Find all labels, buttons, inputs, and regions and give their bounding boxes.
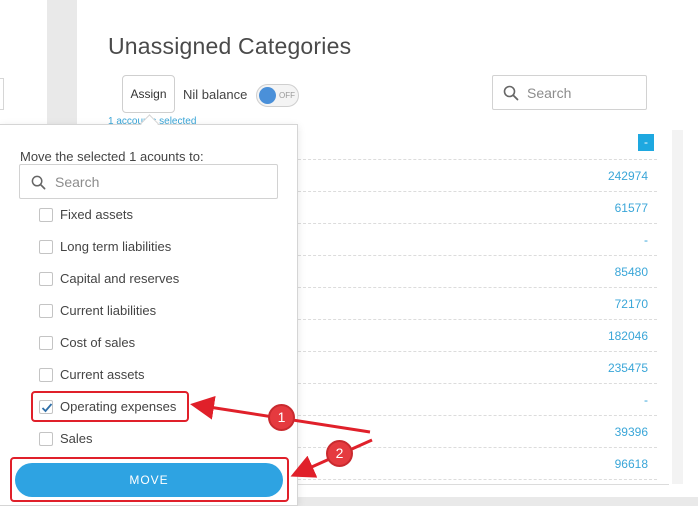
- step-marker-1: 1: [268, 404, 295, 431]
- step-marker-2: 2: [326, 440, 353, 467]
- annotation-arrows: [190, 395, 373, 478]
